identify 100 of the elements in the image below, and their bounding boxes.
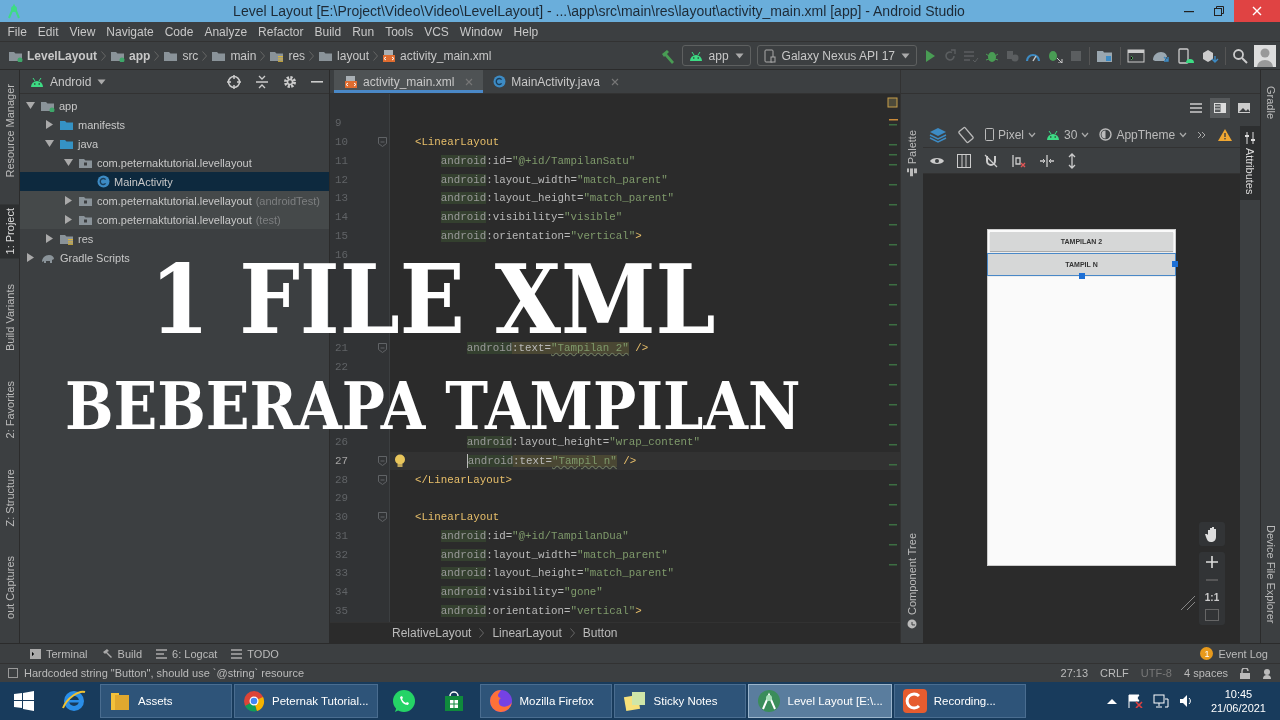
terminal-window-icon[interactable] bbox=[1127, 48, 1145, 63]
editor-tab[interactable]: MainActivity.java bbox=[483, 70, 629, 93]
menu-item[interactable]: File bbox=[2, 24, 33, 39]
tool-window-tab[interactable]: Attributes bbox=[1240, 126, 1260, 201]
more-chevrons-icon[interactable] bbox=[1197, 130, 1208, 139]
breadcrumb-item[interactable]: src bbox=[163, 48, 199, 63]
taskbar-button[interactable]: Recording... bbox=[893, 684, 1026, 718]
resize-handle[interactable] bbox=[1078, 273, 1085, 279]
menu-item[interactable]: Window bbox=[454, 24, 509, 39]
tree-item[interactable]: java bbox=[20, 134, 329, 153]
clear-constraints-icon[interactable] bbox=[1011, 152, 1027, 169]
caret-position[interactable]: 27:13 bbox=[1060, 667, 1089, 679]
collapse-all-icon[interactable] bbox=[255, 74, 269, 89]
fold-marker-icon[interactable] bbox=[377, 512, 387, 523]
line-separator[interactable]: CRLF bbox=[1100, 667, 1129, 679]
fold-marker-icon[interactable] bbox=[377, 474, 387, 485]
breadcrumb-item[interactable]: app bbox=[110, 48, 151, 63]
tool-window-button[interactable]: TODO bbox=[231, 647, 279, 660]
project-view-dropdown[interactable]: Android bbox=[30, 74, 107, 89]
tree-item[interactable]: MainActivity bbox=[20, 172, 329, 191]
tool-window-tab[interactable]: Resource Manager bbox=[0, 80, 20, 182]
breadcrumb-item[interactable]: main bbox=[211, 48, 257, 63]
fold-marker-icon[interactable] bbox=[377, 455, 387, 466]
event-log-button[interactable]: 1 Event Log bbox=[1200, 647, 1268, 660]
show-hidden-icons-icon[interactable] bbox=[1106, 698, 1117, 704]
tool-window-button[interactable]: Terminal bbox=[30, 647, 88, 660]
rotate-device-icon[interactable] bbox=[957, 125, 975, 144]
menu-item[interactable]: VCS bbox=[418, 24, 455, 39]
menu-item[interactable]: View bbox=[64, 24, 101, 39]
taskbar-button[interactable]: Sticky Notes bbox=[613, 684, 746, 718]
menu-item[interactable]: Refactor bbox=[252, 24, 309, 39]
device-dropdown[interactable]: Galaxy Nexus API 17 bbox=[756, 45, 917, 66]
pan-button[interactable] bbox=[1199, 522, 1225, 546]
zoom-actual-size-button[interactable]: 1:1 bbox=[1204, 592, 1220, 603]
split-view-button[interactable] bbox=[1210, 98, 1230, 118]
hammer-icon[interactable] bbox=[659, 47, 676, 64]
menu-item[interactable]: Code bbox=[159, 24, 199, 39]
resize-handle[interactable] bbox=[1172, 261, 1178, 267]
breadcrumb-item[interactable]: layout bbox=[318, 48, 370, 63]
search-icon[interactable] bbox=[1232, 47, 1248, 64]
inspector-icon[interactable] bbox=[1262, 667, 1272, 679]
taskbar-button[interactable]: Assets bbox=[100, 684, 232, 718]
menu-item[interactable]: Edit bbox=[32, 24, 65, 39]
breadcrumb-item[interactable]: activity_main.xml bbox=[382, 48, 492, 63]
tool-window-tab[interactable]: Z: Structure bbox=[0, 464, 20, 531]
fold-marker-icon[interactable] bbox=[377, 343, 387, 354]
pack-horizontal-icon[interactable] bbox=[1039, 154, 1055, 167]
settings-icon[interactable] bbox=[283, 74, 297, 89]
attach-debugger-icon[interactable] bbox=[1047, 48, 1063, 63]
tree-item[interactable]: manifests bbox=[20, 115, 329, 134]
tree-item[interactable]: app bbox=[20, 96, 329, 115]
indent-setting[interactable]: 4 spaces bbox=[1183, 667, 1228, 679]
tool-window-tab[interactable]: Device File Explorer bbox=[1261, 524, 1280, 623]
tool-window-tab[interactable]: out Captures bbox=[0, 552, 20, 623]
api-level-dropdown[interactable]: 30 bbox=[1046, 127, 1090, 142]
run-config-dropdown[interactable]: app bbox=[681, 45, 751, 66]
breadcrumb-item[interactable]: LevelLayout bbox=[8, 48, 98, 63]
columns-icon[interactable] bbox=[957, 153, 971, 168]
zoom-in-icon[interactable] bbox=[1206, 556, 1218, 568]
speaker-icon[interactable] bbox=[1178, 694, 1193, 708]
menu-item[interactable]: Run bbox=[346, 24, 380, 39]
fold-marker-icon[interactable] bbox=[377, 137, 387, 148]
menu-item[interactable]: Tools bbox=[379, 24, 419, 39]
sdk-manager-icon[interactable] bbox=[1201, 47, 1219, 64]
taskbar-button[interactable]: Level Layout [E:\... bbox=[747, 684, 892, 718]
menu-item[interactable]: Build bbox=[308, 24, 347, 39]
menu-item[interactable]: Help bbox=[508, 24, 544, 39]
layers-icon[interactable] bbox=[929, 126, 947, 143]
device-dropdown[interactable]: Pixel bbox=[985, 127, 1036, 142]
taskbar-button[interactable]: Peternak Tutorial... bbox=[234, 684, 378, 718]
taskbar-button[interactable]: Mozilla Firefox bbox=[479, 684, 612, 718]
clock[interactable]: 10:45 21/06/2021 bbox=[1210, 687, 1266, 715]
breadcrumb-item[interactable]: Button bbox=[582, 626, 618, 640]
menu-item[interactable]: Navigate bbox=[100, 24, 160, 39]
theme-dropdown[interactable]: AppTheme bbox=[1099, 127, 1188, 142]
tool-window-button[interactable]: Build bbox=[101, 647, 143, 660]
tool-window-tab[interactable]: Build Variants bbox=[0, 280, 20, 356]
breadcrumb-item[interactable]: res bbox=[269, 48, 306, 63]
network-icon[interactable] bbox=[1152, 694, 1169, 708]
locate-crosshair-icon[interactable] bbox=[227, 74, 241, 89]
editor-tab[interactable]: activity_main.xml bbox=[334, 70, 484, 93]
project-structure-icon[interactable] bbox=[1096, 48, 1114, 63]
tool-window-tab[interactable]: Component Tree bbox=[901, 529, 923, 633]
tool-window-tab[interactable]: Palette bbox=[901, 126, 923, 183]
breadcrumb-item[interactable]: RelativeLayout bbox=[392, 626, 472, 640]
vertical-arrows-icon[interactable] bbox=[1067, 152, 1077, 169]
tree-item[interactable]: com.peternaktutorial.levellayout bbox=[20, 153, 329, 172]
tool-window-tab[interactable]: 2: Favorites bbox=[0, 377, 20, 443]
tool-window-tab[interactable]: Gradle bbox=[1261, 86, 1280, 120]
lightbulb-icon[interactable] bbox=[394, 453, 406, 468]
magnet-off-icon[interactable] bbox=[983, 152, 999, 169]
user-avatar-icon[interactable] bbox=[1254, 44, 1276, 67]
lock-icon[interactable] bbox=[1240, 667, 1250, 679]
breadcrumb-item[interactable]: LinearLayout bbox=[492, 626, 562, 640]
run-icon[interactable] bbox=[923, 48, 937, 63]
flag-error-icon[interactable] bbox=[1126, 694, 1143, 708]
tool-window-button[interactable]: 6: Logcat bbox=[156, 647, 218, 660]
warning-icon[interactable] bbox=[1217, 127, 1234, 142]
resize-corner-icon[interactable] bbox=[1180, 595, 1196, 611]
tree-item[interactable]: res bbox=[20, 229, 329, 248]
